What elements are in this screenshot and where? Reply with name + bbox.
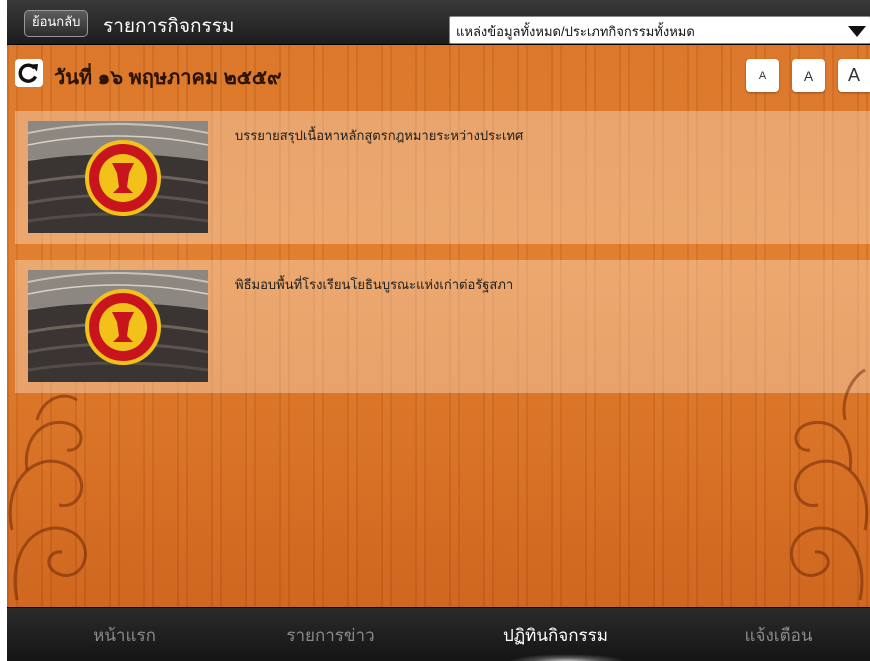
page-title: รายการกิจกรรม — [103, 16, 235, 37]
back-button[interactable]: ย้อนกลับ — [24, 10, 89, 37]
source-filter-value: แหล่งข้อมูลทั้งหมด/ประเภทกิจกรรมทั้งหมด — [456, 24, 695, 39]
activity-thumbnail — [28, 270, 208, 382]
source-filter-select[interactable]: แหล่งข้อมูลทั้งหมด/ประเภทกิจกรรมทั้งหมด — [449, 16, 870, 44]
refresh-button[interactable] — [15, 59, 43, 87]
parliament-emblem-icon — [85, 140, 161, 216]
tab-notifications[interactable]: แจ้งเตือน — [671, 608, 870, 661]
chevron-down-icon — [848, 26, 866, 37]
font-size-medium-button[interactable]: A — [792, 59, 825, 92]
activity-list-item[interactable]: บรรยายสรุปเนื้อหาหลักสูตรกฎหมายระหว่างปร… — [15, 111, 870, 244]
font-size-small-label: A — [758, 70, 767, 82]
app-root: ย้อนกลับ รายการกิจกรรม แหล่งข้อมูลทั้งหม… — [7, 0, 870, 661]
current-date: วันที่ ๑๖ พฤษภาคม ๒๕๕๙ — [54, 67, 282, 89]
font-size-small-button[interactable]: A — [746, 59, 779, 92]
font-size-large-label: A — [847, 65, 860, 85]
bottom-tab-bar: หน้าแรก รายการข่าว ปฏิทินกิจกรรม แจ้งเตื… — [7, 607, 870, 661]
top-navigation-bar: ย้อนกลับ รายการกิจกรรม แหล่งข้อมูลทั้งหม… — [7, 0, 870, 45]
activity-list-item[interactable]: พิธีมอบพื้นที่โรงเรียนโยธินบูรณะแห่งเก่า… — [15, 260, 870, 393]
tab-home[interactable]: หน้าแรก — [17, 608, 232, 661]
font-size-medium-label: A — [803, 68, 814, 84]
font-size-large-button[interactable]: A — [838, 59, 870, 92]
left-ornament-decoration — [8, 394, 87, 601]
tab-news[interactable]: รายการข่าว — [223, 608, 438, 661]
refresh-icon — [18, 63, 38, 83]
parliament-emblem-icon — [85, 289, 161, 365]
active-tab-indicator — [507, 654, 627, 661]
activity-thumbnail — [28, 121, 208, 233]
right-ornament-decoration — [790, 368, 869, 601]
activity-title: บรรยายสรุปเนื้อหาหลักสูตรกฎหมายระหว่างปร… — [235, 128, 524, 143]
activity-title: พิธีมอบพื้นที่โรงเรียนโยธินบูรณะแห่งเก่า… — [235, 277, 514, 292]
